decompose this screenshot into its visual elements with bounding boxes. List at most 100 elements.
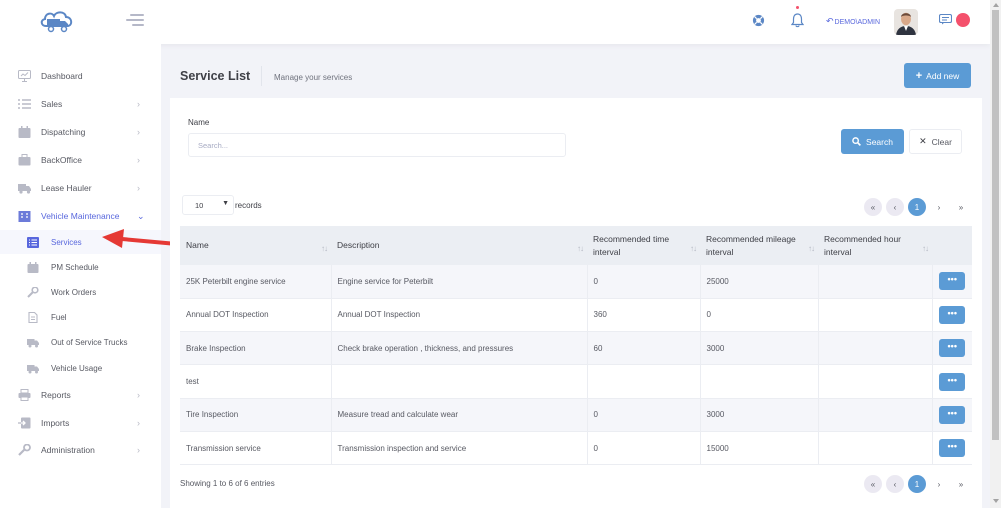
table-info: Showing 1 to 6 of 6 entries xyxy=(180,479,275,488)
scroll-thumb[interactable] xyxy=(992,10,999,440)
sidebar-item-sales[interactable]: Sales › xyxy=(0,91,161,117)
status-dot[interactable] xyxy=(956,13,970,27)
page-button[interactable]: 1 xyxy=(908,475,926,493)
next-page-button[interactable]: › xyxy=(930,198,948,216)
sort-icon: ↑↓ xyxy=(922,244,929,253)
sidebar-item-lease-hauler[interactable]: Lease Hauler › xyxy=(0,175,161,201)
column-header-name[interactable]: Name ↑↓ xyxy=(180,226,331,265)
sidebar-item-dispatching[interactable]: Dispatching › xyxy=(0,119,161,145)
sort-icon: ↑↓ xyxy=(690,244,697,253)
sidebar-subitem-fuel[interactable]: Fuel xyxy=(0,305,161,329)
sidebar-subitem-out-of-service-trucks[interactable]: Out of Service Trucks xyxy=(0,330,161,354)
calendar-icon xyxy=(27,261,39,273)
cell-mileage-interval xyxy=(700,364,819,399)
search-input[interactable] xyxy=(188,133,566,157)
sidebar-item-dashboard[interactable]: Dashboard xyxy=(0,63,161,89)
cell-mileage-interval: 15000 xyxy=(700,431,819,466)
bell-icon[interactable] xyxy=(791,12,804,28)
search-button[interactable]: Search xyxy=(841,129,904,154)
cell-description: Transmission inspection and service xyxy=(331,431,588,466)
row-actions-button[interactable]: ••• xyxy=(939,339,966,358)
chevron-right-icon: › xyxy=(137,99,140,109)
cell-hour-interval xyxy=(818,298,933,333)
truck-icon xyxy=(27,364,39,373)
cell-hour-interval xyxy=(818,364,933,399)
services-table: Name ↑↓ Description ↑↓ Recommended time in… xyxy=(180,226,972,466)
user-link[interactable]: ↶DEMO\ADMIN xyxy=(826,16,880,27)
clear-button-label: Clear xyxy=(931,136,952,147)
page-size-value: 10 xyxy=(195,200,204,210)
row-actions-button[interactable]: ••• xyxy=(939,272,966,291)
sidebar-subitem-label: PM Schedule xyxy=(51,262,99,272)
last-page-button[interactable]: » xyxy=(952,475,970,493)
first-page-button[interactable]: « xyxy=(864,475,882,493)
sidebar-item-imports[interactable]: Imports › xyxy=(0,410,161,436)
sidebar-subitem-vehicle-usage[interactable]: Vehicle Usage xyxy=(0,356,161,380)
next-page-button[interactable]: › xyxy=(930,475,948,493)
page-button[interactable]: 1 xyxy=(908,198,926,216)
sidebar-item-vehicle-maintenance[interactable]: Vehicle Maintenance ⌄ xyxy=(0,203,161,229)
row-actions-button[interactable]: ••• xyxy=(939,439,966,458)
user-name: DEMO\ADMIN xyxy=(834,19,881,26)
column-header-description[interactable]: Description ↑↓ xyxy=(331,226,587,265)
row-actions-button[interactable]: ••• xyxy=(939,305,966,324)
row-actions-button[interactable]: ••• xyxy=(939,405,966,424)
avatar[interactable] xyxy=(894,9,918,35)
last-page-button[interactable]: » xyxy=(952,198,970,216)
wrench-icon xyxy=(27,286,39,298)
cell-description: Measure tread and calculate wear xyxy=(331,398,588,432)
table-row[interactable]: Annual DOT Inspection Annual DOT Inspect… xyxy=(180,298,972,333)
clear-button[interactable]: ✕ Clear xyxy=(909,129,962,154)
prev-page-button[interactable]: ‹ xyxy=(886,198,904,216)
table-row[interactable]: Tire Inspection Measure tread and calcul… xyxy=(180,398,972,432)
page-size-select[interactable]: 10 ▼ xyxy=(182,195,234,215)
cell-hour-interval xyxy=(818,331,933,366)
cell-hour-interval xyxy=(818,431,933,466)
sidebar-item-label: Dispatching xyxy=(41,127,86,137)
scroll-up-icon[interactable] xyxy=(993,3,999,7)
truck-cloud-logo[interactable] xyxy=(38,8,76,36)
table-row[interactable]: 25K Peterbilt engine service Engine serv… xyxy=(180,265,972,299)
support-icon[interactable] xyxy=(752,14,765,27)
table-row[interactable]: Brake Inspection Check brake operation ,… xyxy=(180,331,972,366)
table-row[interactable]: Transmission service Transmission inspec… xyxy=(180,431,972,466)
chat-icon[interactable] xyxy=(939,14,952,25)
sidebar-item-backoffice[interactable]: BackOffice › xyxy=(0,147,161,173)
sidebar-item-administration[interactable]: Administration › xyxy=(0,437,161,463)
close-icon: ✕ xyxy=(919,136,927,146)
first-page-button[interactable]: « xyxy=(864,198,882,216)
subheader-divider xyxy=(261,66,262,86)
column-header-time-interval[interactable]: Recommended time interval ↑↓ xyxy=(587,226,700,265)
scroll-down-icon[interactable] xyxy=(993,499,999,503)
top-header: ↶DEMO\ADMIN xyxy=(0,0,990,44)
column-header-actions xyxy=(932,226,972,265)
truck-icon xyxy=(18,184,31,194)
sidebar-subitem-work-orders[interactable]: Work Orders xyxy=(0,280,161,304)
column-header-mileage-interval[interactable]: Recommended mileage interval ↑↓ xyxy=(700,226,818,265)
row-actions-button[interactable]: ••• xyxy=(939,372,966,391)
cell-actions: ••• xyxy=(932,331,972,366)
cell-description: Check brake operation , thickness, and p… xyxy=(331,331,588,366)
sidebar-item-reports[interactable]: Reports › xyxy=(0,382,161,408)
cell-name: Transmission service xyxy=(180,431,332,466)
cell-time-interval: 0 xyxy=(587,398,701,432)
add-new-button[interactable]: + Add new xyxy=(904,63,971,88)
column-header-hour-interval[interactable]: Recommended hour interval ↑↓ xyxy=(818,226,932,265)
cell-actions: ••• xyxy=(932,431,972,466)
printer-icon xyxy=(18,389,31,401)
prev-page-button[interactable]: ‹ xyxy=(886,475,904,493)
cell-time-interval: 60 xyxy=(587,331,701,366)
cell-actions: ••• xyxy=(932,398,972,432)
cell-time-interval: 0 xyxy=(587,431,701,466)
chevron-right-icon: › xyxy=(137,445,140,455)
sort-icon: ↑↓ xyxy=(321,244,328,253)
sidebar-subitem-pm-schedule[interactable]: PM Schedule xyxy=(0,255,161,279)
cell-hour-interval xyxy=(818,398,933,432)
table-row[interactable]: test ••• xyxy=(180,364,972,399)
cell-name: Annual DOT Inspection xyxy=(180,298,332,333)
cell-mileage-interval: 3000 xyxy=(700,331,819,366)
search-icon xyxy=(852,137,861,146)
pagination-bottom: « ‹ 1 › » xyxy=(864,475,970,493)
menu-icon[interactable] xyxy=(124,14,144,28)
cell-actions: ••• xyxy=(932,364,972,399)
